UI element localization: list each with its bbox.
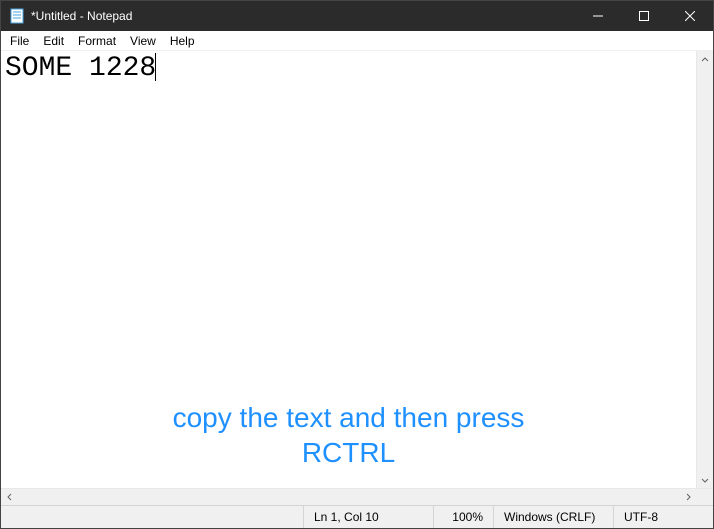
menubar: File Edit Format View Help (1, 31, 713, 51)
maximize-button[interactable] (621, 1, 667, 31)
text-caret (155, 53, 156, 81)
status-spacer (1, 506, 303, 528)
menu-format[interactable]: Format (71, 32, 123, 50)
scroll-down-icon[interactable] (697, 471, 713, 488)
scroll-corner (696, 489, 713, 505)
menu-help[interactable]: Help (163, 32, 202, 50)
menu-edit[interactable]: Edit (36, 32, 71, 50)
status-position: Ln 1, Col 10 (303, 506, 433, 528)
vertical-scrollbar[interactable] (696, 51, 713, 488)
editor-content: SOME 1228 (5, 53, 156, 84)
menu-view[interactable]: View (123, 32, 163, 50)
horizontal-scrollbar[interactable] (1, 488, 713, 505)
editor-area: SOME 1228 copy the text and then press R… (1, 51, 713, 488)
scroll-left-icon[interactable] (1, 489, 18, 505)
status-zoom: 100% (433, 506, 493, 528)
titlebar[interactable]: *Untitled - Notepad (1, 1, 713, 31)
notepad-window: *Untitled - Notepad File Edit Format Vie… (0, 0, 714, 529)
statusbar: Ln 1, Col 10 100% Windows (CRLF) UTF-8 (1, 505, 713, 528)
status-encoding: UTF-8 (613, 506, 713, 528)
notepad-icon (9, 8, 25, 24)
minimize-button[interactable] (575, 1, 621, 31)
status-line-ending: Windows (CRLF) (493, 506, 613, 528)
scroll-right-icon[interactable] (679, 489, 696, 505)
window-title: *Untitled - Notepad (31, 9, 132, 23)
horizontal-scroll-track[interactable] (18, 489, 679, 505)
text-editor[interactable]: SOME 1228 (1, 51, 696, 488)
scroll-up-icon[interactable] (697, 51, 713, 68)
close-button[interactable] (667, 1, 713, 31)
vertical-scroll-track[interactable] (697, 68, 713, 471)
menu-file[interactable]: File (3, 32, 36, 50)
